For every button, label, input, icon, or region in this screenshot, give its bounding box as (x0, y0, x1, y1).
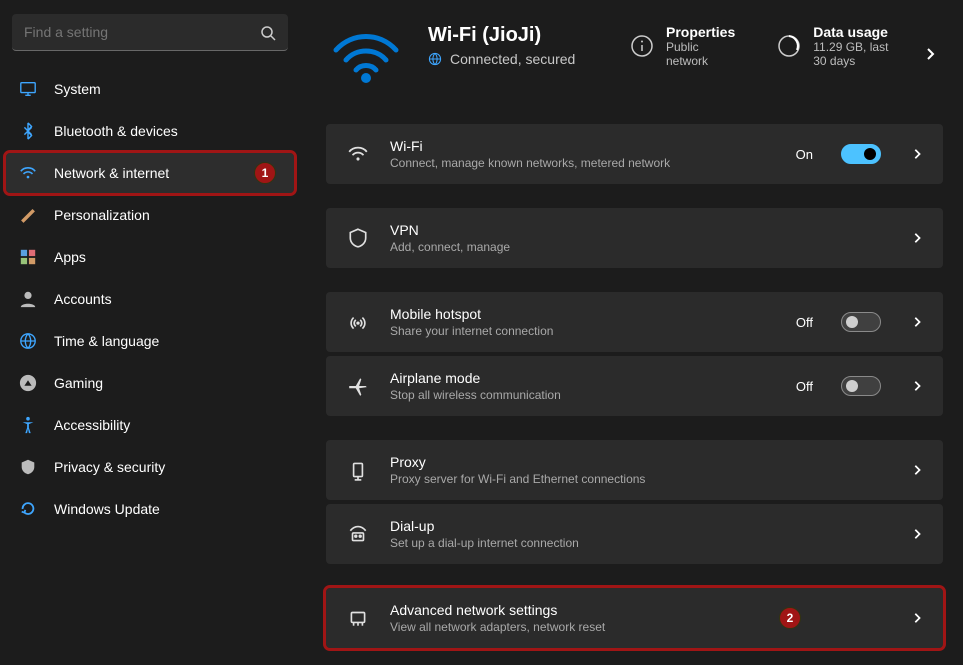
network-title: Wi-Fi (JioJi) (428, 24, 588, 47)
sidebar-item-label: Privacy & security (54, 459, 165, 475)
monitor-icon (18, 79, 38, 99)
nav-list: System Bluetooth & devices Network & int… (6, 69, 294, 529)
sidebar-item-bluetooth[interactable]: Bluetooth & devices (6, 111, 294, 151)
sidebar-item-label: Personalization (54, 207, 150, 223)
card-advanced-network[interactable]: Advanced network settings View all netwo… (326, 588, 943, 648)
card-mobile-hotspot[interactable]: Mobile hotspot Share your internet conne… (326, 292, 943, 352)
card-sub: Proxy server for Wi-Fi and Ethernet conn… (390, 472, 881, 486)
properties-tile[interactable]: Properties Public network (630, 24, 735, 68)
network-status: Connected, secured (428, 51, 588, 67)
card-proxy[interactable]: Proxy Proxy server for Wi-Fi and Etherne… (326, 440, 943, 500)
sidebar: System Bluetooth & devices Network & int… (0, 0, 300, 665)
sidebar-item-network[interactable]: Network & internet 1 (6, 153, 294, 193)
hotspot-toggle[interactable] (841, 312, 881, 332)
data-usage-sub: 11.29 GB, last 30 days (813, 40, 895, 68)
network-header: Wi-Fi (JioJi) Connected, secured Propert… (326, 24, 943, 84)
info-icon (630, 34, 654, 58)
card-airplane-mode[interactable]: Airplane mode Stop all wireless communic… (326, 356, 943, 416)
card-sub: Add, connect, manage (390, 240, 881, 254)
data-usage-title: Data usage (813, 24, 895, 40)
shield-icon (18, 457, 38, 477)
proxy-icon (346, 459, 370, 481)
main-panel: Wi-Fi (JioJi) Connected, secured Propert… (300, 0, 963, 665)
search-icon (260, 25, 276, 41)
sidebar-item-privacy[interactable]: Privacy & security (6, 447, 294, 487)
sidebar-item-gaming[interactable]: Gaming (6, 363, 294, 403)
properties-sub: Public network (666, 40, 735, 68)
card-dialup[interactable]: Dial-up Set up a dial-up internet connec… (326, 504, 943, 564)
search-box[interactable] (12, 14, 288, 51)
wifi-icon (18, 163, 38, 183)
annotation-badge-1: 1 (254, 162, 276, 184)
sidebar-item-label: Time & language (54, 333, 159, 349)
card-sub: View all network adapters, network reset (390, 620, 759, 634)
toggle-status: Off (796, 315, 813, 330)
chevron-right-icon (911, 380, 923, 392)
data-usage-tile[interactable]: Data usage 11.29 GB, last 30 days (777, 24, 895, 68)
annotation-badge-2: 2 (779, 607, 801, 629)
card-title: Wi-Fi (390, 138, 776, 154)
card-title: Advanced network settings (390, 602, 759, 618)
wifi-status-icon (326, 24, 406, 84)
sidebar-item-label: Accounts (54, 291, 112, 307)
card-vpn[interactable]: VPN Add, connect, manage (326, 208, 943, 268)
dialup-icon (346, 523, 370, 545)
sidebar-item-label: Network & internet (54, 165, 169, 181)
airplane-icon (346, 375, 370, 397)
hotspot-icon (346, 311, 370, 333)
card-sub: Share your internet connection (390, 324, 776, 338)
shield-outline-icon (346, 227, 370, 249)
sidebar-item-accounts[interactable]: Accounts (6, 279, 294, 319)
card-sub: Set up a dial-up internet connection (390, 536, 881, 550)
card-title: Proxy (390, 454, 881, 470)
sidebar-item-label: Windows Update (54, 501, 160, 517)
wifi-icon (346, 143, 370, 165)
airplane-toggle[interactable] (841, 376, 881, 396)
card-title: Mobile hotspot (390, 306, 776, 322)
sidebar-item-label: System (54, 81, 101, 97)
sidebar-item-label: Accessibility (54, 417, 130, 433)
globe-icon (428, 52, 442, 66)
bluetooth-icon (18, 121, 38, 141)
sidebar-item-personalization[interactable]: Personalization (6, 195, 294, 235)
sidebar-item-label: Bluetooth & devices (54, 123, 178, 139)
data-usage-icon (777, 34, 801, 58)
toggle-status: On (796, 147, 813, 162)
card-title: Airplane mode (390, 370, 776, 386)
adapter-icon (346, 607, 370, 629)
wifi-toggle[interactable] (841, 144, 881, 164)
card-sub: Connect, manage known networks, metered … (390, 156, 776, 170)
sidebar-item-apps[interactable]: Apps (6, 237, 294, 277)
sidebar-item-label: Gaming (54, 375, 103, 391)
chevron-right-icon (911, 232, 923, 244)
person-icon (18, 289, 38, 309)
sidebar-item-time-language[interactable]: Time & language (6, 321, 294, 361)
settings-cards: Wi-Fi Connect, manage known networks, me… (326, 124, 943, 648)
sidebar-item-update[interactable]: Windows Update (6, 489, 294, 529)
apps-icon (18, 247, 38, 267)
card-wifi[interactable]: Wi-Fi Connect, manage known networks, me… (326, 124, 943, 184)
chevron-right-icon (911, 528, 923, 540)
card-title: Dial-up (390, 518, 881, 534)
toggle-status: Off (796, 379, 813, 394)
sidebar-item-accessibility[interactable]: Accessibility (6, 405, 294, 445)
globe-clock-icon (18, 331, 38, 351)
chevron-right-icon (911, 148, 923, 160)
brush-icon (18, 205, 38, 225)
sidebar-item-system[interactable]: System (6, 69, 294, 109)
search-input[interactable] (12, 14, 288, 51)
gaming-icon (18, 373, 38, 393)
card-sub: Stop all wireless communication (390, 388, 776, 402)
chevron-right-icon (911, 316, 923, 328)
accessibility-icon (18, 415, 38, 435)
network-title-block: Wi-Fi (JioJi) Connected, secured (428, 24, 588, 67)
chevron-right-icon[interactable] (917, 47, 943, 61)
chevron-right-icon (911, 612, 923, 624)
chevron-right-icon (911, 464, 923, 476)
properties-title: Properties (666, 24, 735, 40)
sidebar-item-label: Apps (54, 249, 86, 265)
card-title: VPN (390, 222, 881, 238)
update-icon (18, 499, 38, 519)
